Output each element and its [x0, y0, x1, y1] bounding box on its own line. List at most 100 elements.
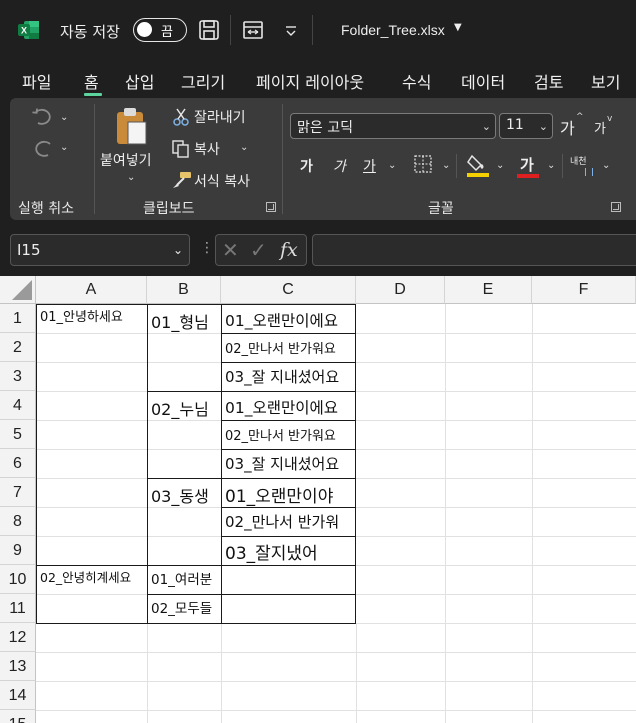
row-header[interactable]: 1 — [0, 304, 36, 333]
fill-color-icon[interactable] — [466, 152, 490, 178]
more-commands-icon[interactable] — [280, 18, 302, 42]
row-header[interactable]: 10 — [0, 565, 36, 594]
tab-data[interactable]: 데이터 — [461, 69, 505, 93]
chevron-down-icon[interactable]: ⌄ — [602, 160, 610, 171]
phonetic-guide-button[interactable]: 내천 — [570, 154, 587, 167]
autosave-state: 끔 — [161, 25, 173, 40]
clipboard-dialog-launcher-icon[interactable] — [266, 202, 276, 212]
cell-b7[interactable]: 03_동생 — [148, 483, 221, 507]
cancel-icon[interactable]: ✕ — [222, 238, 239, 262]
undo-group-label: 실행 취소 — [18, 201, 74, 217]
file-name[interactable]: Folder_Tree.xlsx — [341, 22, 445, 38]
cell-c4[interactable]: 01_오랜만이에요 — [222, 396, 356, 418]
bold-button[interactable]: 가 — [300, 156, 313, 176]
enter-check-icon[interactable]: ✓ — [250, 238, 267, 262]
underline-button[interactable]: 가 — [363, 156, 376, 176]
paste-icon[interactable] — [114, 106, 150, 148]
select-all-corner[interactable] — [0, 276, 36, 304]
autosave-toggle[interactable]: 끔 — [133, 18, 187, 42]
cell-a1[interactable]: 01_안녕하세요 — [37, 306, 147, 325]
cell-b4[interactable]: 02_누님 — [148, 396, 221, 420]
chevron-down-icon[interactable]: ⌄ — [547, 160, 555, 171]
cell-c1[interactable]: 01_오랜만이에요 — [222, 309, 356, 331]
column-header-d[interactable]: D — [356, 276, 445, 304]
tab-page-layout[interactable]: 페이지 레이아웃 — [256, 69, 364, 93]
column-header-a[interactable]: A — [36, 276, 147, 304]
column-header-e[interactable]: E — [445, 276, 532, 304]
chevron-down-icon[interactable]: ⌄ — [60, 112, 68, 123]
cell-c8[interactable]: 02_만나서 반가워 — [222, 511, 356, 532]
cell-b11[interactable]: 02_모두들 — [148, 597, 221, 617]
row-header[interactable]: 4 — [0, 391, 36, 420]
row-header[interactable]: 5 — [0, 420, 36, 449]
borders-icon[interactable] — [413, 154, 433, 174]
column-header-b[interactable]: B — [147, 276, 221, 304]
format-painter-label[interactable]: 서식 복사 — [194, 171, 250, 191]
redo-icon[interactable] — [30, 138, 56, 160]
cell-c7[interactable]: 01_오랜만이야 — [222, 482, 356, 507]
grow-font-button[interactable]: 가 — [560, 115, 575, 139]
row-header[interactable]: 12 — [0, 623, 36, 652]
chevron-down-icon[interactable]: ⌄ — [127, 172, 135, 183]
toolbar-separator — [312, 15, 313, 45]
row-header[interactable]: 13 — [0, 652, 36, 681]
tab-home[interactable]: 홈 — [84, 69, 99, 93]
column-header-f[interactable]: F — [532, 276, 636, 304]
copy-icon[interactable] — [172, 140, 190, 158]
tab-draw[interactable]: 그리기 — [181, 69, 225, 93]
cell-border — [221, 333, 356, 334]
row-header[interactable]: 14 — [0, 681, 36, 710]
cell-border — [221, 536, 356, 537]
insert-function-icon[interactable]: fx — [280, 239, 298, 261]
row-header[interactable]: 3 — [0, 362, 36, 391]
group-separator — [94, 104, 95, 214]
format-painter-icon[interactable] — [172, 171, 192, 189]
row-header[interactable]: 11 — [0, 594, 36, 623]
autosave-label: 자동 저장 — [60, 23, 120, 41]
row-header[interactable]: 8 — [0, 507, 36, 536]
chevron-down-icon[interactable]: ⌄ — [496, 160, 504, 171]
formula-input[interactable] — [312, 234, 636, 266]
font-name-select[interactable]: 맑은 고딕 ⌄ — [290, 113, 496, 139]
tab-insert[interactable]: 삽입 — [125, 69, 154, 93]
name-box[interactable]: I15 ⌄ — [10, 234, 190, 266]
italic-button[interactable]: 가 — [333, 156, 346, 176]
tab-review[interactable]: 검토 — [534, 69, 563, 93]
cut-label[interactable]: 잘라내기 — [194, 107, 246, 127]
save-icon[interactable] — [198, 18, 220, 42]
column-header-c[interactable]: C — [221, 276, 356, 304]
cell-c6[interactable]: 03_잘 지내셨어요 — [222, 453, 356, 474]
chevron-down-icon[interactable]: ▼ — [454, 22, 462, 33]
shrink-font-button[interactable]: 가 — [594, 118, 606, 137]
row-header[interactable]: 9 — [0, 536, 36, 565]
copy-label[interactable]: 복사 — [194, 139, 220, 159]
row-header[interactable]: 2 — [0, 333, 36, 362]
row-header[interactable]: 6 — [0, 449, 36, 478]
scissors-icon[interactable] — [172, 108, 190, 126]
spreadsheet-grid[interactable]: A B C D E F 1 2 3 4 5 6 7 8 9 10 11 12 1… — [0, 276, 636, 723]
chevron-down-icon[interactable]: ⌄ — [442, 160, 450, 171]
tab-formulas[interactable]: 수식 — [402, 69, 431, 93]
cell-c9[interactable]: 03_잘지냈어 — [222, 539, 356, 564]
cell-b1[interactable]: 01_형님 — [148, 309, 221, 333]
customize-view-icon[interactable] — [242, 18, 264, 42]
undo-icon[interactable] — [30, 106, 56, 128]
font-dialog-launcher-icon[interactable] — [611, 202, 621, 212]
cell-b10[interactable]: 01_여러분 — [148, 568, 221, 588]
paste-label[interactable]: 붙여넣기 — [100, 150, 152, 170]
cell-a10[interactable]: 02_안녕히계세요 — [37, 567, 147, 586]
chevron-down-icon[interactable]: ⌄ — [240, 142, 248, 153]
cell-c3[interactable]: 03_잘 지내셨어요 — [222, 366, 356, 387]
cell-c5[interactable]: 02_만나서 반가워요 — [222, 425, 356, 444]
font-size-select[interactable]: 11 ⌄ — [499, 113, 553, 139]
chevron-down-icon[interactable]: ⌄ — [60, 142, 68, 153]
chevron-down-icon[interactable]: ⌄ — [388, 160, 396, 171]
row-header[interactable]: 15 — [0, 710, 36, 723]
more-options-icon[interactable]: ⋮ — [200, 240, 214, 256]
font-color-button[interactable]: 가 — [520, 154, 534, 175]
tab-file[interactable]: 파일 — [22, 69, 51, 93]
tab-view[interactable]: 보기 — [591, 69, 620, 93]
cell-c2[interactable]: 02_만나서 반가워요 — [222, 338, 356, 357]
cell-border — [147, 478, 356, 479]
row-header[interactable]: 7 — [0, 478, 36, 507]
